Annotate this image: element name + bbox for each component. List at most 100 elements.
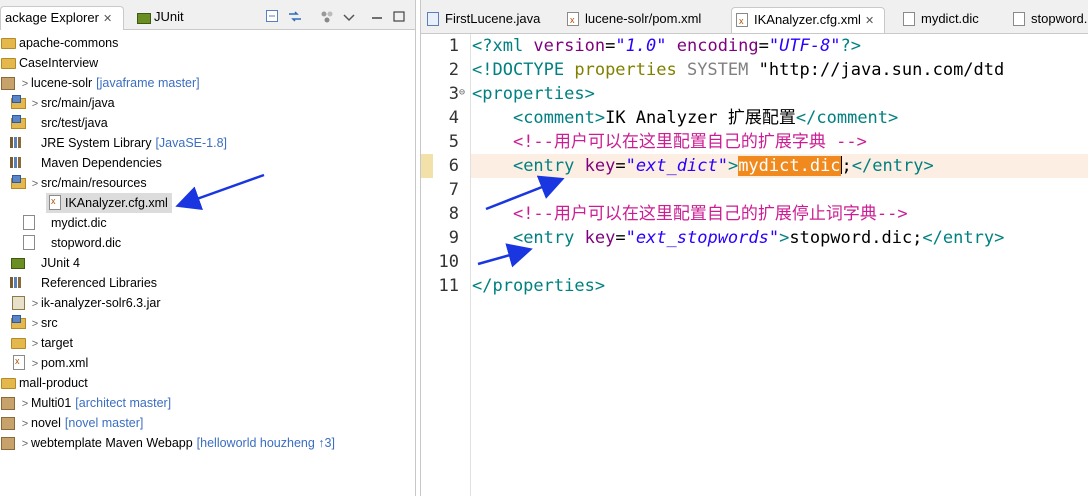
tree-item-label: target (41, 336, 73, 350)
xml-file-icon (46, 191, 62, 211)
minimize-icon[interactable] (370, 10, 384, 23)
maven-project-icon (0, 75, 16, 90)
folder-icon (0, 55, 16, 69)
file-icon (1013, 12, 1025, 26)
code-line-2: <!DOCTYPE properties SYSTEM "http://java… (472, 58, 1004, 82)
line-number: 1 (448, 36, 459, 56)
chevron-right-icon[interactable]: > (19, 434, 31, 454)
tab-stopword-dic[interactable]: stopword. (1009, 7, 1088, 33)
tree-item-label: ik-analyzer-solr6.3.jar (41, 296, 161, 310)
source-folder-icon (10, 175, 26, 189)
selected-text: mydict.dic (738, 156, 841, 176)
tree-item[interactable]: > ik-analyzer-solr6.3.jar (0, 293, 160, 313)
tree-item[interactable]: stopword.dic (0, 233, 121, 253)
view-menu-icon[interactable] (342, 10, 356, 23)
tab-firstlucene-java[interactable]: FirstLucene.java (423, 7, 559, 33)
chevron-right-icon[interactable]: > (19, 394, 31, 414)
code-line-8: <!--用户可以在这里配置自己的扩展停止词字典--> (472, 202, 908, 226)
tree-item[interactable]: IKAnalyzer.cfg.xml (46, 191, 172, 213)
close-icon[interactable]: ✕ (103, 8, 112, 30)
xml-tag: </entry> (922, 228, 1005, 248)
xml-tag: </properties> (472, 276, 606, 296)
tree-item-label: lucene-solr (31, 76, 93, 90)
tab-ikanalyzer-cfg-xml[interactable]: IKAnalyzer.cfg.xml ✕ (731, 7, 885, 33)
collapse-all-icon[interactable] (266, 10, 280, 23)
doctype-system: SYSTEM (676, 60, 759, 80)
tab-junit[interactable]: JUnit (132, 6, 192, 30)
file-icon (20, 215, 36, 230)
link-with-editor-icon[interactable] (288, 10, 302, 23)
tab-pom-xml[interactable]: lucene-solr/pom.xml (563, 7, 723, 33)
tree-item-label: src/main/resources (41, 176, 147, 190)
code-line-1: <?xml version="1.0" encoding="UTF-8"?> (472, 34, 861, 58)
tag-close: > (779, 228, 790, 248)
chevron-right-icon[interactable]: > (19, 414, 31, 434)
tree-item[interactable]: JRE System Library [JavaSE-1.8] (0, 133, 227, 153)
tree-item[interactable]: > src (0, 313, 58, 333)
code-line-9: <entry key="ext_stopwords">stopword.dic;… (472, 226, 1004, 250)
chevron-right-icon[interactable]: > (29, 314, 41, 334)
folder-icon (0, 35, 16, 49)
fold-toggle-icon[interactable]: ⊖ (459, 87, 465, 98)
line-number: 6 (448, 156, 459, 176)
tree-item[interactable]: > src/main/java (0, 93, 115, 113)
tab-label: lucene-solr/pom.xml (585, 11, 702, 26)
text-content: ; (841, 156, 852, 176)
java-file-icon (427, 12, 439, 26)
xml-tag: </entry> (851, 156, 934, 176)
text-content: IK Analyzer 扩展配置 (605, 108, 796, 128)
xml-comment: <!--用户可以在这里配置自己的扩展字典 --> (512, 132, 867, 152)
tree-item[interactable]: Referenced Libraries (0, 273, 157, 293)
xml-tag: <entry (512, 156, 585, 176)
file-icon (903, 12, 915, 26)
source-folder-icon (10, 115, 26, 129)
xml-code-editor[interactable]: 1 2 3 ⊖ 4 5 6 7 8 9 10 11 <?xml version=… (421, 34, 1088, 496)
line-number: 5 (448, 132, 459, 152)
tree-item-label: src/main/java (41, 96, 115, 110)
change-marker (421, 154, 433, 178)
tree-item[interactable]: >pom.xml (0, 351, 88, 374)
tree-item[interactable]: > Multi01 [architect master] (0, 393, 171, 413)
chevron-right-icon[interactable]: > (29, 354, 41, 374)
line-number: 4 (448, 108, 459, 128)
tree-item-label: webtemplate Maven Webapp (31, 436, 193, 450)
tab-label: stopword. (1031, 11, 1088, 26)
tree-item-label: JUnit 4 (41, 256, 80, 270)
equals: = (615, 228, 626, 248)
git-branch-decoration: [novel master] (64, 416, 144, 430)
tree-item-label: mall-product (19, 376, 88, 390)
folder-icon (0, 375, 16, 389)
focus-task-icon[interactable] (320, 10, 334, 23)
attr-value: "1.0" (615, 36, 667, 56)
chevron-right-icon[interactable]: > (29, 294, 41, 314)
tree-item[interactable]: mydict.dic (0, 213, 107, 233)
tree-item[interactable]: > src/main/resources (0, 173, 147, 193)
git-branch-decoration: [architect master] (75, 396, 172, 410)
tree-item-label: mydict.dic (51, 216, 107, 230)
tab-label: JUnit (154, 9, 184, 24)
maximize-icon[interactable] (392, 10, 406, 23)
tree-item[interactable]: > lucene-solr [javaframe master] (0, 73, 200, 93)
tree-item[interactable]: CaseInterview (0, 53, 98, 73)
tree-item[interactable]: > target (0, 333, 73, 353)
maven-pom-icon (567, 8, 579, 32)
tab-package-explorer[interactable]: ackage Explorer ✕ (0, 6, 124, 30)
chevron-right-icon[interactable]: > (29, 174, 41, 194)
tree-item[interactable]: JUnit 4 (0, 253, 80, 273)
line-number: 9 (448, 228, 459, 248)
code-line-6: <entry key="ext_dict">mydict.dic;</entry… (472, 154, 934, 178)
package-explorer-panel: ackage Explorer ✕ JUnit apache-commons Cas… (0, 0, 416, 496)
chevron-right-icon[interactable]: > (29, 334, 41, 354)
editor-tab-bar: FirstLucene.java lucene-solr/pom.xml IKA… (421, 0, 1088, 34)
chevron-right-icon[interactable]: > (29, 94, 41, 114)
chevron-right-icon[interactable]: > (19, 74, 31, 94)
tree-item[interactable]: > webtemplate Maven Webapp [helloworld hou… (0, 433, 335, 453)
tab-mydict-dic[interactable]: mydict.dic (899, 7, 1003, 33)
tree-item[interactable]: src/test/java (0, 113, 108, 133)
close-icon[interactable]: ✕ (865, 9, 874, 33)
tree-item[interactable]: > novel [novel master] (0, 413, 143, 433)
tree-item[interactable]: apache-commons (0, 33, 118, 53)
tree-item[interactable]: mall-product (0, 373, 88, 393)
attr-value: "ext_stopwords" (625, 228, 780, 248)
tree-item[interactable]: Maven Dependencies (0, 153, 162, 173)
